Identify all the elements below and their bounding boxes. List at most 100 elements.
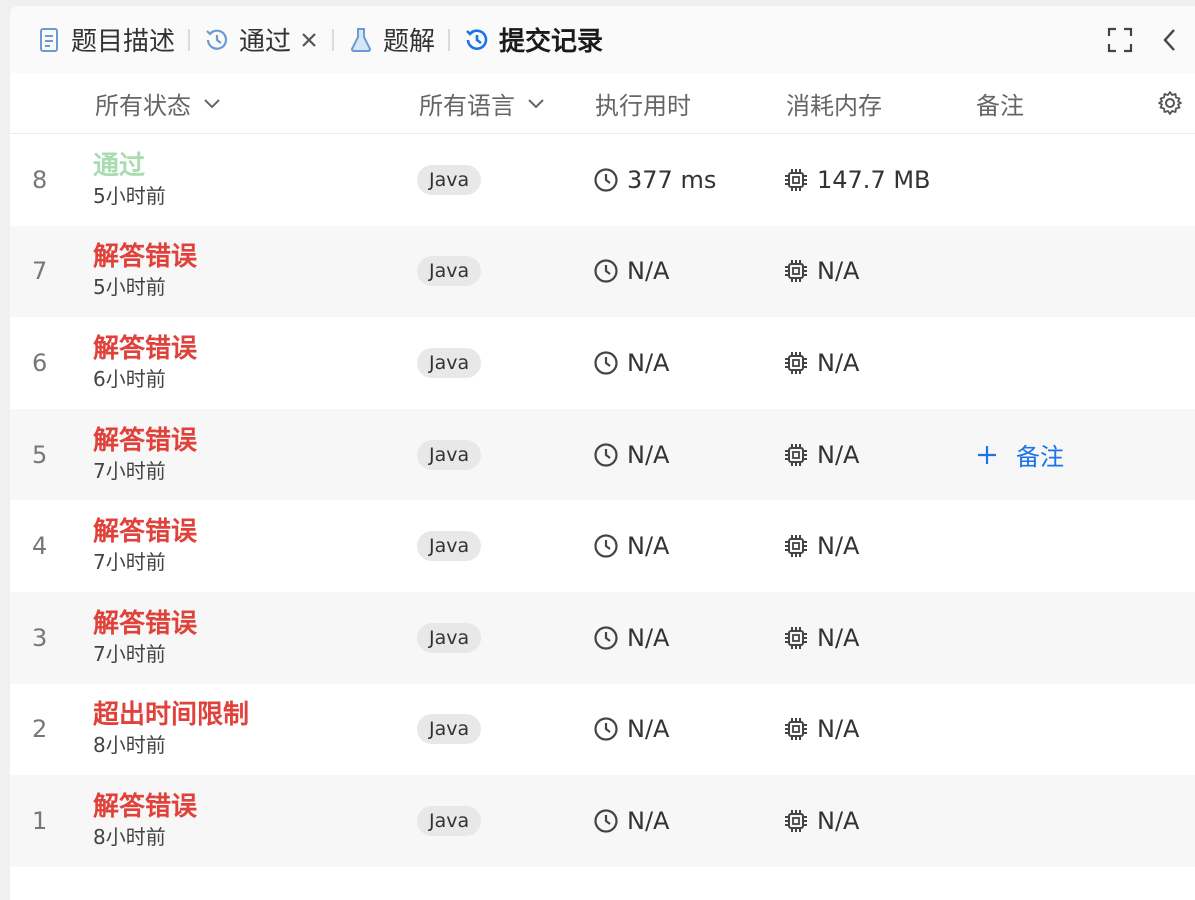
status-label[interactable]: 解答错误 <box>93 791 197 823</box>
status-cell: 通过 5小时前 <box>93 134 166 226</box>
language-badge: Java <box>417 164 482 195</box>
status-cell: 超出时间限制 8小时前 <box>93 684 249 776</box>
table-row[interactable]: 5 解答错误 7小时前 Java N/A N/A 备注 <box>10 408 1195 501</box>
clock-icon <box>593 258 619 284</box>
submission-index: 4 <box>32 500 47 592</box>
memory-cell: N/A <box>783 409 859 501</box>
status-filter[interactable]: 所有状态 <box>95 73 223 133</box>
runtime-cell: N/A <box>593 592 669 684</box>
status-label[interactable]: 解答错误 <box>93 516 197 548</box>
memory-value: N/A <box>817 623 860 652</box>
language-cell: Java <box>417 592 482 684</box>
runtime-value: N/A <box>627 623 670 652</box>
submission-index-value: 1 <box>32 806 48 835</box>
table-row[interactable]: 2 超出时间限制 8小时前 Java N/A N/A <box>10 684 1195 776</box>
fullscreen-icon[interactable] <box>1107 27 1133 53</box>
clock-icon <box>593 533 619 559</box>
status-label[interactable]: 通过 <box>93 150 145 182</box>
memory-header: 消耗内存 <box>786 73 882 133</box>
status-label[interactable]: 解答错误 <box>93 425 197 457</box>
document-icon <box>35 26 63 54</box>
submission-index: 1 <box>32 775 47 867</box>
submission-index: 6 <box>32 317 47 409</box>
language-cell: Java <box>417 500 482 592</box>
memory-value: N/A <box>817 532 860 561</box>
submitted-time: 7小时前 <box>93 458 166 483</box>
runtime-header: 执行用时 <box>595 73 691 133</box>
status-label[interactable]: 解答错误 <box>93 333 197 365</box>
language-badge: Java <box>417 439 482 470</box>
runtime-cell: N/A <box>593 684 669 776</box>
runtime-cell: 377 ms <box>593 134 716 226</box>
memory-value: 147.7 MB <box>817 165 931 194</box>
table-row[interactable]: 3 解答错误 7小时前 Java N/A N/A <box>10 591 1195 684</box>
submission-index-value: 6 <box>32 348 48 377</box>
tab-solutions[interactable]: 题解 <box>347 6 435 73</box>
table-row[interactable]: 6 解答错误 6小时前 Java N/A N/A <box>10 317 1195 409</box>
submission-index-value: 5 <box>32 440 48 469</box>
submission-index-value: 4 <box>32 532 48 561</box>
clock-icon <box>593 716 619 742</box>
note-header-label: 备注 <box>976 91 1024 120</box>
chip-icon <box>783 258 809 284</box>
tab-description-label: 题目描述 <box>71 27 176 57</box>
plus-icon <box>976 444 998 466</box>
runtime-value: 377 ms <box>627 165 717 194</box>
runtime-value: N/A <box>627 532 670 561</box>
chevron-down-icon <box>525 92 547 114</box>
submitted-time: 5小时前 <box>93 275 166 300</box>
status-label[interactable]: 解答错误 <box>93 608 197 640</box>
chevron-left-icon[interactable] <box>1159 27 1181 53</box>
clock-icon <box>593 808 619 834</box>
language-cell: Java <box>417 134 482 226</box>
language-filter[interactable]: 所有语言 <box>419 73 547 133</box>
settings-button[interactable] <box>1157 73 1183 133</box>
submission-index-value: 2 <box>32 715 48 744</box>
language-filter-label: 所有语言 <box>419 91 515 120</box>
clock-icon <box>593 625 619 651</box>
tab-submissions[interactable]: 提交记录 <box>463 6 603 73</box>
tab-passed[interactable]: 通过 <box>203 6 319 73</box>
runtime-header-label: 执行用时 <box>595 91 691 120</box>
submission-index: 8 <box>32 134 47 226</box>
submission-index-value: 3 <box>32 623 48 652</box>
tab-divider <box>188 28 191 51</box>
table-row[interactable]: 8 通过 5小时前 Java 377 ms 147.7 MB <box>10 134 1195 226</box>
submission-index-value: 7 <box>32 257 48 286</box>
gear-icon <box>1157 90 1183 116</box>
runtime-cell: N/A <box>593 775 669 867</box>
memory-cell: N/A <box>783 500 859 592</box>
tab-bar-actions <box>1107 6 1181 73</box>
clock-icon <box>593 350 619 376</box>
submitted-time: 6小时前 <box>93 366 166 391</box>
status-cell: 解答错误 7小时前 <box>93 592 197 684</box>
memory-cell: N/A <box>783 592 859 684</box>
table-row[interactable]: 4 解答错误 7小时前 Java N/A N/A <box>10 500 1195 592</box>
add-note-label: 备注 <box>1016 443 1064 472</box>
close-icon[interactable] <box>299 30 319 50</box>
memory-value: N/A <box>817 715 860 744</box>
status-cell: 解答错误 7小时前 <box>93 409 197 501</box>
language-badge: Java <box>417 531 482 562</box>
clock-icon <box>593 167 619 193</box>
runtime-value: N/A <box>627 806 670 835</box>
chip-icon <box>783 625 809 651</box>
chip-icon <box>783 167 809 193</box>
tab-description[interactable]: 题目描述 <box>35 6 175 73</box>
memory-value: N/A <box>817 806 860 835</box>
status-label[interactable]: 解答错误 <box>93 241 197 273</box>
chip-icon <box>783 533 809 559</box>
table-row[interactable]: 7 解答错误 5小时前 Java N/A N/A <box>10 225 1195 318</box>
runtime-cell: N/A <box>593 409 669 501</box>
language-badge: Java <box>417 805 482 836</box>
flask-icon <box>347 26 375 54</box>
table-row[interactable]: 1 解答错误 8小时前 Java N/A N/A <box>10 775 1195 867</box>
runtime-value: N/A <box>627 715 670 744</box>
add-note-button[interactable]: 备注 <box>976 409 1064 501</box>
language-badge: Java <box>417 256 482 287</box>
tab-bar: 题目描述 通过 题解 提交记录 <box>10 6 1195 73</box>
status-cell: 解答错误 5小时前 <box>93 226 197 318</box>
status-label[interactable]: 超出时间限制 <box>93 699 249 731</box>
tab-divider <box>332 28 335 51</box>
submitted-time: 8小时前 <box>93 733 166 758</box>
